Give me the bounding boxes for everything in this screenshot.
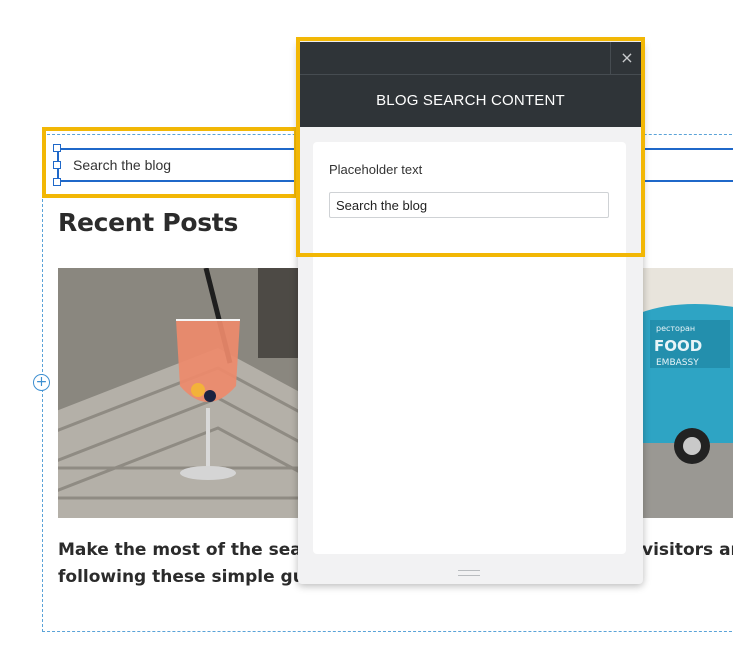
recent-posts-heading: Recent Posts bbox=[58, 208, 239, 237]
post-title-1[interactable]: Make the most of the seas following thes… bbox=[58, 537, 308, 591]
panel-title: BLOG SEARCH CONTENT bbox=[376, 92, 565, 109]
resize-handle-top[interactable] bbox=[53, 144, 61, 152]
post-title-1-line-1: Make the most of the seas bbox=[58, 540, 308, 560]
blog-search-settings-panel: × BLOG SEARCH CONTENT Placeholder text bbox=[298, 42, 643, 584]
search-bar-text: Search the blog bbox=[73, 157, 172, 173]
post-image-cocktail[interactable] bbox=[58, 268, 308, 518]
resize-handle-middle[interactable] bbox=[53, 161, 61, 169]
food-truck-illustration: ресторан FOOD EMBASSY bbox=[640, 268, 733, 518]
svg-text:FOOD: FOOD bbox=[654, 337, 702, 355]
post-title-2[interactable]: visitors ar bbox=[642, 537, 733, 564]
cocktail-illustration bbox=[58, 268, 308, 518]
resize-handle-bottom[interactable] bbox=[53, 178, 61, 186]
placeholder-text-label: Placeholder text bbox=[329, 162, 423, 177]
panel-resize-grip[interactable] bbox=[458, 570, 480, 576]
placeholder-text-input[interactable] bbox=[329, 192, 609, 218]
add-section-icon[interactable]: + bbox=[33, 374, 50, 391]
panel-body: Placeholder text bbox=[313, 142, 626, 554]
post-title-1-line-2: following these simple gui bbox=[58, 567, 308, 587]
panel-drag-bar[interactable] bbox=[298, 42, 643, 75]
svg-text:ресторан: ресторан bbox=[656, 324, 695, 333]
panel-header[interactable]: × BLOG SEARCH CONTENT bbox=[298, 42, 643, 127]
svg-text:EMBASSY: EMBASSY bbox=[656, 358, 699, 368]
post-title-2-line-1: visitors ar bbox=[642, 540, 733, 560]
close-icon[interactable]: × bbox=[610, 42, 643, 75]
post-image-food-truck[interactable]: ресторан FOOD EMBASSY bbox=[640, 268, 733, 518]
